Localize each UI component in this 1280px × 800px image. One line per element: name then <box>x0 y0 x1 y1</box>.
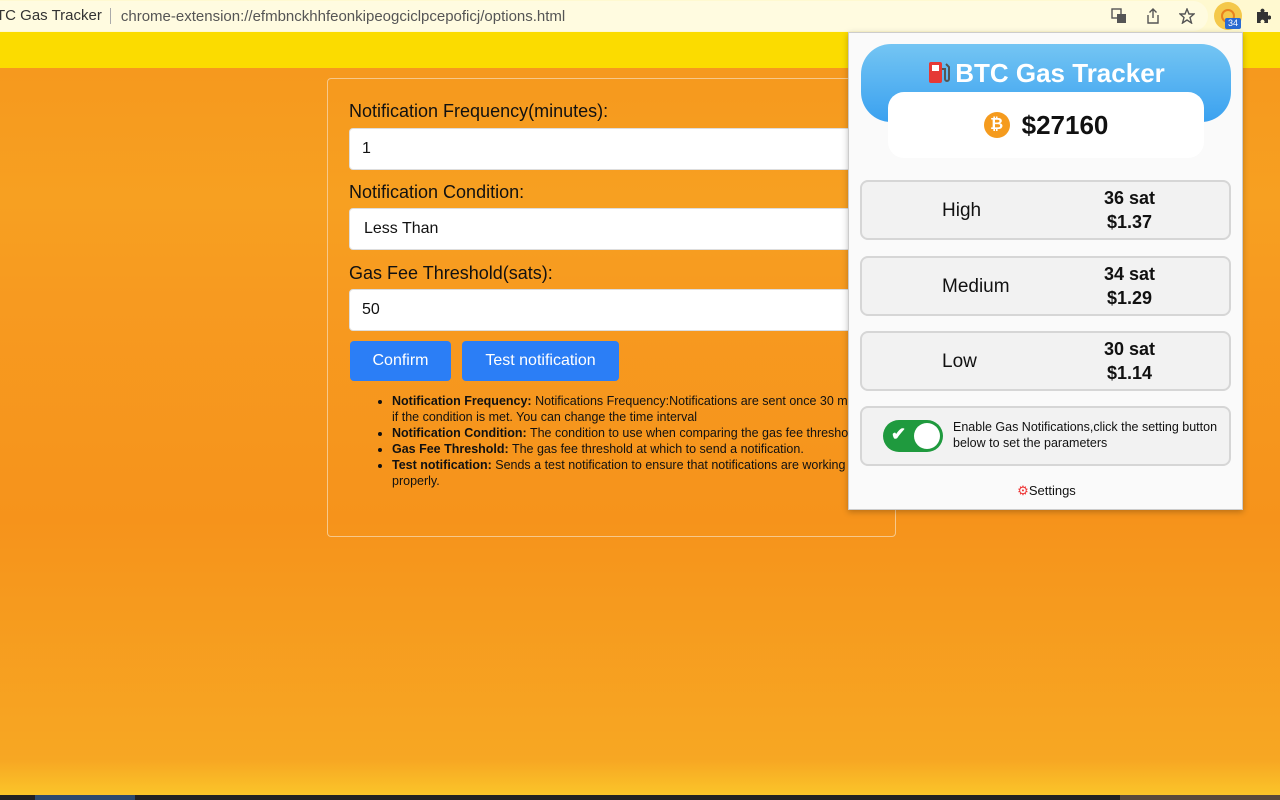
gear-icon: ⚙ <box>1017 483 1029 498</box>
notifications-toggle[interactable]: ✔ <box>883 420 943 452</box>
bitcoin-icon: ₿ <box>983 112 1010 138</box>
share-icon[interactable] <box>1144 7 1162 25</box>
frequency-input[interactable]: 1 <box>349 128 869 170</box>
fee-usd: $1.14 <box>1106 363 1153 383</box>
note-title: Gas Fee Threshold: <box>392 442 509 456</box>
fee-sat: 30 sat <box>1103 339 1156 359</box>
address-bar: TC Gas Tracker chrome-extension://efmbnc… <box>0 0 1280 32</box>
fuel-pump-icon <box>927 59 951 92</box>
note-text: The gas fee threshold at which to send a… <box>508 442 804 456</box>
fee-row-low: Low 30 sat $1.14 <box>860 331 1231 391</box>
note-title: Notification Condition: <box>392 426 527 440</box>
extension-popup: BTC Gas Tracker ₿ $27160 High 36 sat $1.… <box>848 32 1243 510</box>
note-text: The condition to use when comparing the … <box>526 426 862 440</box>
url-text[interactable]: chrome-extension://efmbnckhhfeonkipeogci… <box>121 8 565 25</box>
confirm-button[interactable]: Confirm <box>350 341 451 381</box>
note-item: Test notification: Sends a test notifica… <box>392 457 882 489</box>
translate-icon[interactable] <box>1110 7 1128 25</box>
extension-badge: 34 <box>1225 18 1242 29</box>
condition-select[interactable]: Less Than <box>349 208 869 250</box>
fee-row-medium: Medium 34 sat $1.29 <box>860 256 1231 316</box>
omnibox[interactable]: TC Gas Tracker chrome-extension://efmbnc… <box>0 1 1208 31</box>
fee-name: High <box>942 200 982 221</box>
help-notes: Notification Frequency: Notifications Fr… <box>370 393 882 489</box>
fee-values: 30 sat $1.14 <box>1097 337 1162 385</box>
note-title: Test notification: <box>392 458 492 472</box>
fee-sat: 34 sat <box>1103 264 1156 284</box>
settings-label: Settings <box>1028 483 1076 498</box>
frequency-label: Notification Frequency(minutes): <box>349 101 609 121</box>
puzzle-icon[interactable] <box>1254 7 1272 25</box>
toggle-knob <box>914 423 940 449</box>
fee-values: 36 sat $1.37 <box>1097 186 1162 234</box>
options-panel: Notification Frequency(minutes): 1 Notif… <box>327 78 896 537</box>
threshold-label: Gas Fee Threshold(sats): <box>349 263 553 283</box>
settings-link[interactable]: ⚙Settings <box>849 483 1244 499</box>
popup-title-text: BTC Gas Tracker <box>955 58 1165 88</box>
check-icon: ✔ <box>891 424 907 444</box>
fee-name: Medium <box>942 276 1010 297</box>
condition-label: Notification Condition: <box>349 182 525 202</box>
btc-price: $27160 <box>1021 109 1109 140</box>
note-item: Notification Condition: The condition to… <box>392 425 882 441</box>
bookmark-star-icon[interactable] <box>1178 7 1196 25</box>
btc-price-box: ₿ $27160 <box>888 92 1204 158</box>
notifications-row: ✔ Enable Gas Notifications,click the set… <box>860 406 1231 466</box>
note-title: Notification Frequency: <box>392 394 532 408</box>
dock-strip <box>0 795 1280 800</box>
fee-usd: $1.37 <box>1106 212 1153 232</box>
popup-title: BTC Gas Tracker <box>861 58 1231 92</box>
fee-sat: 36 sat <box>1103 188 1156 208</box>
threshold-input[interactable]: 50 <box>349 289 869 331</box>
note-item: Notification Frequency: Notifications Fr… <box>392 393 882 425</box>
fee-row-high: High 36 sat $1.37 <box>860 180 1231 240</box>
page-title: TC Gas Tracker <box>0 8 111 24</box>
notifications-text: Enable Gas Notifications,click the setti… <box>953 420 1218 450</box>
test-notification-button[interactable]: Test notification <box>462 341 619 381</box>
note-item: Gas Fee Threshold: The gas fee threshold… <box>392 441 882 457</box>
extension-icon[interactable]: 34 <box>1214 2 1242 30</box>
fee-values: 34 sat $1.29 <box>1097 262 1162 310</box>
fee-usd: $1.29 <box>1106 288 1153 308</box>
fee-name: Low <box>942 351 977 372</box>
